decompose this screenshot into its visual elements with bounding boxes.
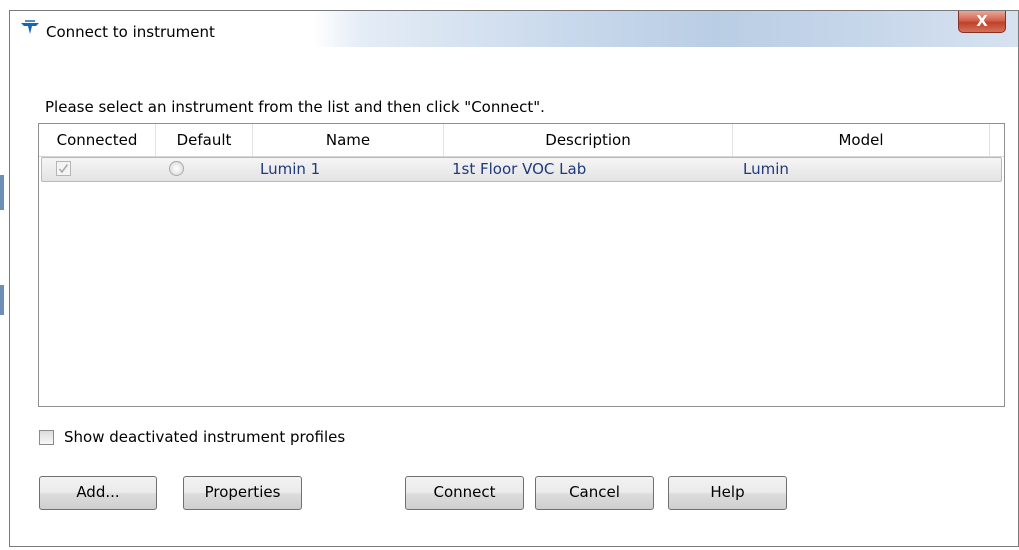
instruction-text: Please select an instrument from the lis… [45, 98, 545, 116]
window-title: Connect to instrument [46, 23, 215, 41]
cell-description: 1st Floor VOC Lab [452, 160, 587, 178]
dialog-body: Please select an instrument from the lis… [10, 47, 1018, 546]
column-header-name[interactable]: Name [253, 124, 444, 156]
connect-dialog: Connect to instrument X Please select an… [9, 10, 1019, 547]
cell-model: Lumin [743, 160, 789, 178]
show-deactivated-label[interactable]: Show deactivated instrument profiles [64, 428, 345, 446]
default-radio[interactable] [169, 161, 184, 176]
column-header-model[interactable]: Model [733, 124, 990, 156]
instrument-list[interactable]: Connected Default Name Description Model… [38, 123, 1005, 407]
cell-name: Lumin 1 [260, 160, 321, 178]
teledyne-logo-icon [21, 20, 39, 34]
close-button[interactable]: X [958, 11, 1006, 33]
title-bar[interactable]: Connect to instrument X [10, 11, 1018, 47]
table-row[interactable]: Lumin 1 1st Floor VOC Lab Lumin [41, 157, 1002, 182]
help-button[interactable]: Help [668, 476, 787, 510]
add-button[interactable]: Add... [39, 476, 157, 510]
show-deactivated-checkbox[interactable] [39, 430, 54, 445]
column-header-default[interactable]: Default [156, 124, 253, 156]
cancel-button[interactable]: Cancel [535, 476, 654, 510]
connected-checkbox [56, 161, 71, 176]
column-header-description[interactable]: Description [444, 124, 733, 156]
list-header: Connected Default Name Description Model [39, 124, 1004, 157]
properties-button[interactable]: Properties [183, 476, 302, 510]
column-header-connected[interactable]: Connected [39, 124, 156, 156]
checkmark-icon [58, 164, 69, 174]
connect-button[interactable]: Connect [405, 476, 524, 510]
